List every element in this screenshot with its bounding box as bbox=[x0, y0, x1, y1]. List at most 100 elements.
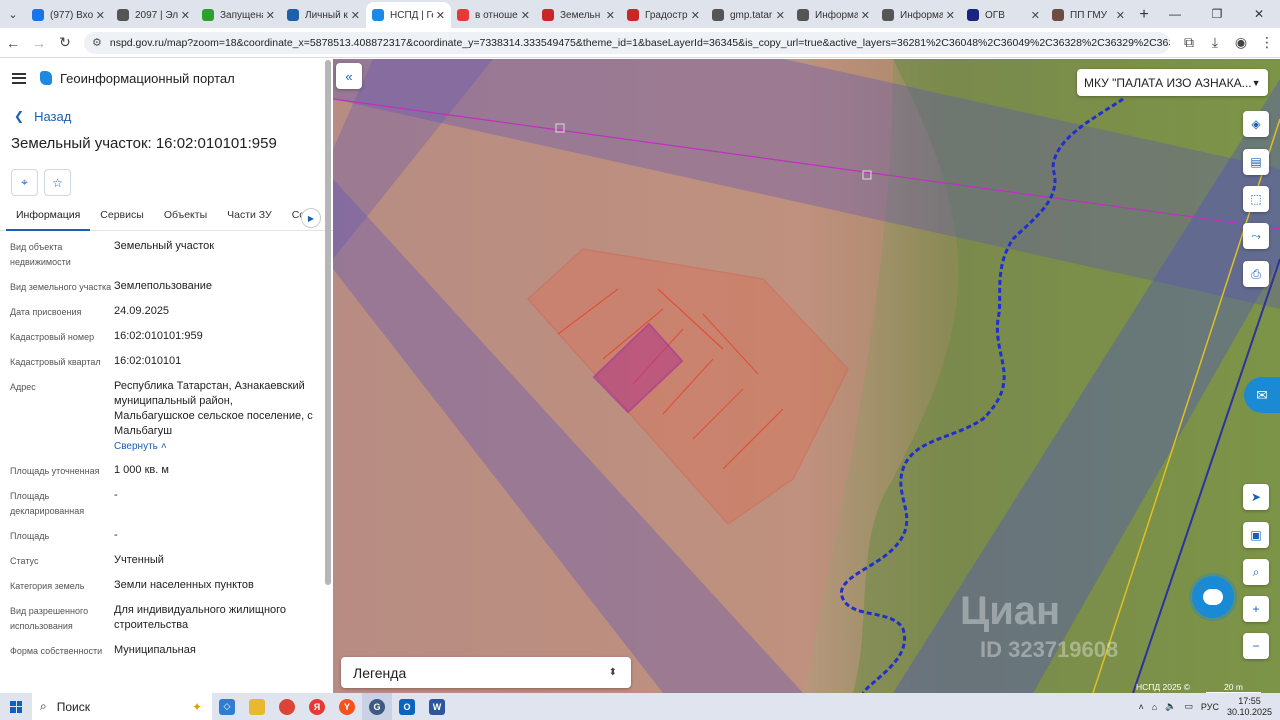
property-value: Для индивидуального жилищного строительс… bbox=[114, 603, 314, 634]
property-label: Дата присвоения bbox=[10, 307, 82, 317]
browser-tab[interactable]: ОГВ ✕ bbox=[961, 2, 1046, 28]
zoom-out-icon[interactable]: − bbox=[1243, 633, 1269, 659]
tabs-scroll-right-icon[interactable]: ▶ bbox=[301, 208, 321, 228]
locate-on-map-icon[interactable]: ⌖ bbox=[11, 169, 38, 196]
profile-icon[interactable]: ◉ bbox=[1228, 30, 1254, 56]
expand-arrows-icon: ⬍ bbox=[608, 667, 617, 678]
browser-tab[interactable]: (977) Входя✕ bbox=[26, 2, 111, 28]
organization-select[interactable]: МКУ "ПАЛАТА ИЗО АЗНАКА... ▼ bbox=[1077, 69, 1268, 96]
property-label: Площадь уточненная bbox=[10, 466, 100, 476]
sidebar-scrollbar-thumb[interactable] bbox=[325, 60, 331, 585]
windows-start-icon[interactable] bbox=[0, 693, 32, 720]
support-icon[interactable]: ✉ bbox=[1244, 377, 1280, 413]
ruler-icon[interactable]: ▤ bbox=[1243, 149, 1269, 175]
widgets-icon[interactable]: ◇ bbox=[212, 693, 242, 720]
browser-tab[interactable]: Запущена ✕ bbox=[196, 2, 281, 28]
collapse-sidebar-button[interactable]: « bbox=[336, 63, 362, 89]
tab-close-icon[interactable]: ✕ bbox=[436, 9, 445, 22]
tab-search-button[interactable]: ⌄ bbox=[0, 0, 26, 28]
property-label: Площадь декларированная bbox=[10, 491, 85, 516]
tab-close-icon[interactable]: ✕ bbox=[181, 9, 190, 22]
tab-close-icon[interactable]: ✕ bbox=[946, 9, 955, 22]
print-icon[interactable]: ⎙ bbox=[1243, 261, 1269, 287]
url-text: nspd.gov.ru/map?zoom=18&coordinate_x=587… bbox=[109, 36, 1170, 49]
tab-close-icon[interactable]: ✕ bbox=[1031, 9, 1040, 22]
property-row: Статус Учтенный bbox=[10, 553, 333, 569]
tab-close-icon[interactable]: ✕ bbox=[521, 9, 530, 22]
restore-icon[interactable]: ❐ bbox=[1196, 0, 1238, 28]
select-area-icon[interactable]: ⬚ bbox=[1243, 186, 1269, 212]
extensions-icon[interactable]: ⧉ bbox=[1176, 30, 1202, 56]
browser-tab[interactable]: gmp.tatar ✕ bbox=[706, 2, 791, 28]
volume-icon[interactable]: 🔈 bbox=[1165, 701, 1176, 712]
property-row: Кадастровый квартал 16:02:010101 bbox=[10, 354, 333, 370]
forward-arrow-icon[interactable]: → bbox=[26, 30, 52, 56]
chat-icon[interactable] bbox=[1192, 576, 1234, 618]
outlook-icon[interactable]: O bbox=[392, 693, 422, 720]
browser-tab[interactable]: Земельн ✕ bbox=[536, 2, 621, 28]
menu-icon[interactable] bbox=[12, 72, 26, 84]
back-link[interactable]: ❮ Назад bbox=[0, 107, 333, 125]
browser-tab[interactable]: Градостр ✕ bbox=[621, 2, 706, 28]
property-list: Вид объекта недвижимости Земельный участо… bbox=[0, 231, 333, 659]
minimap-icon[interactable]: ▣ bbox=[1243, 522, 1269, 548]
info-tab[interactable]: Сервисы bbox=[90, 205, 154, 231]
browser-tab[interactable]: Информа ✕ bbox=[876, 2, 961, 28]
tab-favicon-icon bbox=[627, 9, 639, 21]
yandex-icon[interactable]: Я bbox=[302, 693, 332, 720]
browser-tab[interactable]: в отноше ✕ bbox=[451, 2, 536, 28]
tab-close-icon[interactable]: ✕ bbox=[266, 9, 275, 22]
info-tab[interactable]: Информация bbox=[6, 205, 91, 231]
property-row: Площадь декларированная - bbox=[10, 488, 333, 519]
tab-close-icon[interactable]: ✕ bbox=[776, 9, 785, 22]
collapse-address-link[interactable]: Свернуть bbox=[114, 441, 158, 452]
close-icon[interactable]: ✕ bbox=[1238, 0, 1280, 28]
tab-close-icon[interactable]: ✕ bbox=[1116, 9, 1125, 22]
word-icon[interactable]: W bbox=[422, 693, 452, 720]
info-tab[interactable]: Части ЗУ bbox=[217, 205, 282, 231]
active-browser-icon[interactable]: G bbox=[362, 693, 392, 720]
tab-close-icon[interactable]: ✕ bbox=[861, 9, 870, 22]
yandex-browser-icon[interactable]: Y bbox=[332, 693, 362, 720]
tab-close-icon[interactable]: ✕ bbox=[96, 9, 105, 22]
info-tab[interactable]: Объекты bbox=[154, 205, 217, 231]
file-explorer-icon[interactable] bbox=[242, 693, 272, 720]
tab-close-icon[interactable]: ✕ bbox=[606, 9, 615, 22]
map-canvas[interactable]: Циан ID 323719608 bbox=[333, 59, 1280, 693]
site-info-icon[interactable]: ⚙ bbox=[92, 36, 102, 49]
browser-menu-icon[interactable]: ⋮ bbox=[1254, 30, 1280, 56]
browser-tab[interactable]: ПП ГМУ ✕ bbox=[1046, 2, 1131, 28]
tab-title: Градостр bbox=[645, 9, 688, 21]
property-value: 16:02:010101 bbox=[114, 354, 314, 370]
browser-tab[interactable]: НСПД | Ге ✕ bbox=[366, 2, 451, 28]
property-value: Земельный участок bbox=[114, 239, 314, 270]
taskbar-search[interactable]: ⌕ Поиск ✦ bbox=[32, 693, 212, 720]
chrome-icon[interactable] bbox=[272, 693, 302, 720]
geolocation-icon[interactable]: ➤ bbox=[1243, 484, 1269, 510]
search-location-icon[interactable]: ⌕ bbox=[1243, 559, 1269, 585]
browser-tab[interactable]: Личный к ✕ bbox=[281, 2, 366, 28]
layers-icon[interactable]: ◈ bbox=[1243, 111, 1269, 137]
tab-favicon-icon bbox=[712, 9, 724, 21]
address-bar[interactable]: ⚙ nspd.gov.ru/map?zoom=18&coordinate_x=5… bbox=[84, 31, 1170, 54]
network-icon[interactable]: ⌂ bbox=[1152, 702, 1157, 712]
share-icon[interactable]: ⤳ bbox=[1243, 223, 1269, 249]
minimize-icon[interactable]: — bbox=[1154, 0, 1196, 28]
zoom-in-icon[interactable]: + bbox=[1243, 596, 1269, 622]
system-tray: ˄ ⌂ 🔈 ▭ РУС 17:55 30.10.2025 bbox=[1138, 696, 1280, 718]
language-indicator[interactable]: РУС bbox=[1201, 702, 1219, 712]
tab-close-icon[interactable]: ✕ bbox=[691, 9, 700, 22]
tab-close-icon[interactable]: ✕ bbox=[351, 9, 360, 22]
taskbar-clock[interactable]: 17:55 30.10.2025 bbox=[1227, 696, 1272, 718]
favorite-star-icon[interactable]: ☆ bbox=[44, 169, 71, 196]
browser-tab[interactable]: 2097 | Эле✕ bbox=[111, 2, 196, 28]
reload-icon[interactable]: ↻ bbox=[52, 30, 78, 56]
tabs-container: (977) Входя✕2097 | Эле✕Запущена✕Личный к… bbox=[26, 0, 1131, 28]
back-arrow-icon[interactable]: ← bbox=[0, 30, 26, 56]
property-value: Муниципальная bbox=[114, 643, 314, 659]
tray-chevron-icon[interactable]: ˄ bbox=[1138, 702, 1143, 712]
legend-panel[interactable]: Легенда ⬍ bbox=[341, 657, 631, 688]
battery-icon[interactable]: ▭ bbox=[1184, 701, 1193, 712]
download-icon[interactable]: ⤓ bbox=[1202, 30, 1228, 56]
browser-tab[interactable]: Информа ✕ bbox=[791, 2, 876, 28]
